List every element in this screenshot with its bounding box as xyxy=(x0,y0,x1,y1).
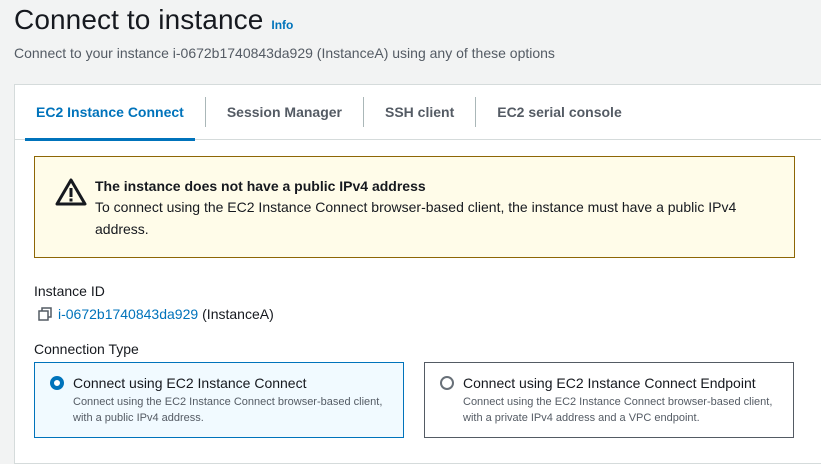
tab-divider xyxy=(475,97,477,127)
radio-button[interactable] xyxy=(440,376,454,390)
connect-panel: EC2 Instance Connect Session Manager SSH… xyxy=(14,84,821,464)
radio-button-selected[interactable] xyxy=(50,376,64,390)
instance-name: (InstanceA) xyxy=(202,306,274,322)
instance-id-link[interactable]: i-0672b1740843da929 xyxy=(58,306,198,322)
tab-ec2-serial-console[interactable]: EC2 serial console xyxy=(482,85,637,140)
connection-option-instance-connect-endpoint[interactable]: Connect using EC2 Instance Connect Endpo… xyxy=(424,362,794,438)
tab-session-manager[interactable]: Session Manager xyxy=(212,85,357,140)
connection-type-label: Connection Type xyxy=(34,341,139,357)
alert-title: The instance does not have a public IPv4… xyxy=(95,178,426,194)
copy-icon[interactable] xyxy=(38,307,52,321)
connection-option-instance-connect[interactable]: Connect using EC2 Instance Connect Conne… xyxy=(34,362,404,438)
page-subtitle: Connect to your instance i-0672b1740843d… xyxy=(14,45,555,61)
tab-divider xyxy=(362,97,364,127)
warning-alert: The instance does not have a public IPv4… xyxy=(34,156,795,258)
instance-id-label: Instance ID xyxy=(34,283,105,299)
tab-ec2-instance-connect[interactable]: EC2 Instance Connect xyxy=(21,85,199,141)
page-title: Connect to instance xyxy=(14,4,264,35)
page-header: Connect to instance Info Connect to your… xyxy=(14,2,821,62)
tab-ssh-client[interactable]: SSH client xyxy=(370,85,469,140)
option-description: Connect using the EC2 Instance Connect b… xyxy=(73,396,383,424)
alert-body: To connect using the EC2 Instance Connec… xyxy=(95,199,737,237)
option-title: Connect using EC2 Instance Connect Endpo… xyxy=(463,375,756,391)
instance-id-row: i-0672b1740843da929 (InstanceA) xyxy=(38,306,274,322)
tab-bar: EC2 Instance Connect Session Manager SSH… xyxy=(15,85,821,141)
title-row: Connect to instance Info xyxy=(14,2,821,38)
option-description: Connect using the EC2 Instance Connect b… xyxy=(463,396,773,424)
info-link[interactable]: Info xyxy=(271,18,293,32)
tab-divider xyxy=(204,97,206,127)
warning-icon xyxy=(55,178,87,206)
option-title: Connect using EC2 Instance Connect xyxy=(73,375,307,391)
